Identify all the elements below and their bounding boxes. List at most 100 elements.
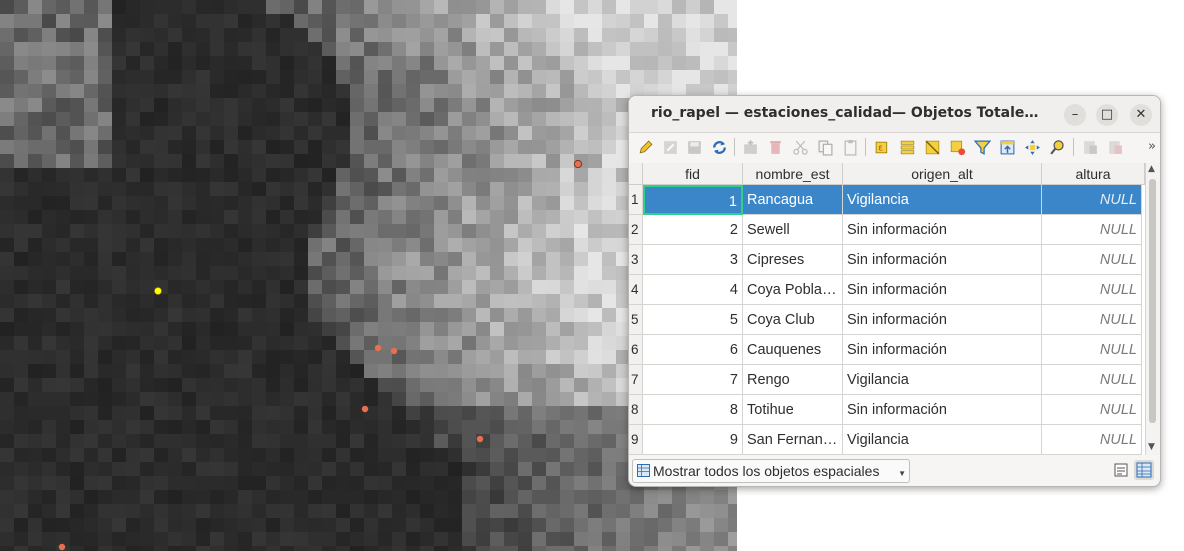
cell-origen-alt[interactable]: Sin información [843,245,1042,275]
station-point[interactable] [361,405,369,413]
invert-selection-icon[interactable] [924,139,941,156]
cell-origen-alt[interactable]: Sin información [843,215,1042,245]
scroll-up-arrow-icon[interactable]: ▲ [1148,164,1155,174]
cell-origen-alt[interactable]: Vigilancia [843,185,1042,215]
select-all-icon[interactable] [899,139,916,156]
cell-nombre-est[interactable]: Sewell [743,215,843,245]
close-button[interactable]: ✕ [1130,104,1152,126]
cell-nombre-est[interactable]: Rancagua [743,185,843,215]
multi-edit-icon[interactable] [662,139,679,156]
row-number[interactable]: 5 [629,305,643,335]
maximize-button[interactable]: □ [1096,104,1118,126]
cell-altura[interactable]: NULL [1042,275,1142,305]
select-by-expression-icon[interactable]: ε [874,139,891,156]
station-point[interactable] [476,435,484,443]
cell-altura[interactable]: NULL [1042,305,1142,335]
zoom-to-selection-icon[interactable] [1049,139,1066,156]
scroll-down-arrow-icon[interactable]: ▼ [1148,442,1155,452]
toolbar-overflow-chevron[interactable]: » [1148,139,1156,154]
cell-fid[interactable]: 1 [643,185,743,215]
table-row[interactable]: 5 5 Coya Club Sin información NULL [629,305,1145,335]
filter-icon[interactable] [974,139,991,156]
move-to-top-icon[interactable] [999,139,1016,156]
attribute-table-window[interactable]: rio_rapel — estaciones_calidad— Objetos … [628,95,1161,487]
cell-altura[interactable]: NULL [1042,365,1142,395]
cell-altura[interactable]: NULL [1042,425,1142,455]
table-row[interactable]: 2 2 Sewell Sin información NULL [629,215,1145,245]
window-titlebar[interactable]: rio_rapel — estaciones_calidad— Objetos … [629,96,1160,133]
station-point[interactable] [374,344,382,352]
cell-fid[interactable]: 4 [643,275,743,305]
row-number[interactable]: 1 [629,185,643,215]
paste-icon[interactable] [842,139,859,156]
cell-altura[interactable]: NULL [1042,215,1142,245]
cell-nombre-est[interactable]: Coya Pobla… [743,275,843,305]
reload-icon[interactable] [711,139,728,156]
column-header-nombre-est[interactable]: nombre_est [743,163,843,185]
table-row[interactable]: 7 7 Rengo Vigilancia NULL [629,365,1145,395]
row-number[interactable]: 3 [629,245,643,275]
cell-altura[interactable]: NULL [1042,335,1142,365]
cell-origen-alt[interactable]: Sin información [843,335,1042,365]
pencil-icon[interactable] [637,139,654,156]
table-row[interactable]: 9 9 San Fernando Vigilancia NULL [629,425,1145,455]
table-vertical-scrollbar[interactable]: ▲ ▼ [1145,163,1160,455]
cell-fid[interactable]: 9 [643,425,743,455]
station-point[interactable] [58,543,66,551]
cell-fid[interactable]: 2 [643,215,743,245]
delete-feature-icon[interactable] [767,139,784,156]
cell-fid[interactable]: 3 [643,245,743,275]
feature-filter-dropdown[interactable]: Mostrar todos los objetos espaciales ▼ [632,459,910,483]
row-number[interactable]: 2 [629,215,643,245]
station-point[interactable] [573,159,583,169]
map-canvas[interactable] [0,0,737,551]
cell-nombre-est[interactable]: Cipreses [743,245,843,275]
row-number[interactable]: 6 [629,335,643,365]
cell-nombre-est[interactable]: Coya Club [743,305,843,335]
cell-altura[interactable]: NULL [1042,185,1142,215]
row-number[interactable]: 8 [629,395,643,425]
cell-fid[interactable]: 6 [643,335,743,365]
table-row-selected[interactable]: 1 1 Rancagua Vigilancia NULL [629,185,1145,215]
row-number[interactable]: 4 [629,275,643,305]
cell-nombre-est[interactable]: Rengo [743,365,843,395]
minimize-button[interactable]: – [1064,104,1086,126]
cell-origen-alt[interactable]: Sin información [843,275,1042,305]
table-row[interactable]: 8 8 Totihue Sin información NULL [629,395,1145,425]
cell-origen-alt[interactable]: Sin información [843,305,1042,335]
cell-nombre-est[interactable]: Totihue [743,395,843,425]
scrollbar-thumb[interactable] [1149,179,1156,423]
station-point[interactable] [390,347,398,355]
row-number[interactable]: 9 [629,425,643,455]
attribute-table[interactable]: fid nombre_est origen_alt altura 1 1 Ran… [629,163,1145,455]
delete-field-icon[interactable] [1107,139,1124,156]
pan-to-selection-icon[interactable] [1024,139,1041,156]
table-row[interactable]: 6 6 Cauquenes Sin información NULL [629,335,1145,365]
cut-icon[interactable] [792,139,809,156]
new-field-icon[interactable] [1082,139,1099,156]
copy-icon[interactable] [817,139,834,156]
deselect-all-icon[interactable] [949,139,966,156]
table-view-icon[interactable] [1134,460,1154,480]
save-edits-icon[interactable] [686,139,703,156]
cell-nombre-est[interactable]: San Fernando [743,425,843,455]
cell-altura[interactable]: NULL [1042,245,1142,275]
station-point-selected[interactable] [154,287,162,295]
cell-altura[interactable]: NULL [1042,395,1142,425]
column-header-fid[interactable]: fid [643,163,743,185]
table-row[interactable]: 3 3 Cipreses Sin información NULL [629,245,1145,275]
row-number[interactable]: 7 [629,365,643,395]
cell-fid[interactable]: 7 [643,365,743,395]
toolbar-separator [734,138,735,156]
cell-nombre-est[interactable]: Cauquenes [743,335,843,365]
column-header-altura[interactable]: altura [1042,163,1145,185]
column-header-origen-alt[interactable]: origen_alt [843,163,1042,185]
cell-origen-alt[interactable]: Vigilancia [843,365,1042,395]
cell-origen-alt[interactable]: Sin información [843,395,1042,425]
cell-origen-alt[interactable]: Vigilancia [843,425,1042,455]
add-feature-icon[interactable] [742,139,759,156]
cell-fid[interactable]: 8 [643,395,743,425]
table-row[interactable]: 4 4 Coya Pobla… Sin información NULL [629,275,1145,305]
cell-fid[interactable]: 5 [643,305,743,335]
form-view-icon[interactable] [1111,460,1131,480]
